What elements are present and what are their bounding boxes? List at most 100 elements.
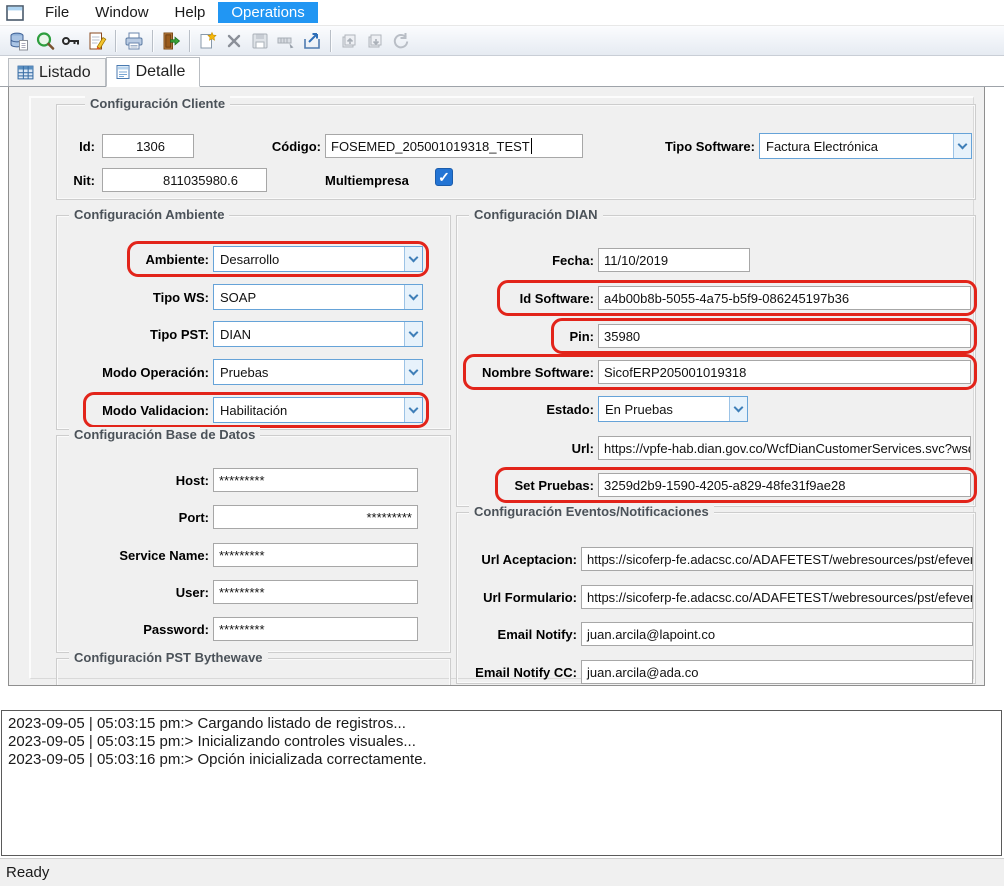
email-notify-label: Email Notify:: [469, 627, 577, 642]
tab-detalle[interactable]: Detalle: [106, 57, 201, 87]
modo-validacion-label: Modo Validacion:: [69, 403, 209, 418]
service-name-label: Service Name:: [69, 548, 209, 563]
new-record-icon[interactable]: [195, 28, 220, 53]
pin-label: Pin:: [469, 329, 594, 344]
url-formulario-row: Url Formulario: https://sicoferp-fe.adac…: [469, 584, 973, 610]
url-row: Url: https://vpfe-hab.dian.gov.co/WcfDia…: [469, 435, 971, 461]
multiempresa-label: Multiempresa: [325, 173, 409, 188]
chevron-down-icon[interactable]: [953, 134, 971, 158]
toolbar-separator: [330, 30, 331, 52]
status-text: Ready: [6, 864, 49, 881]
set-pruebas-field[interactable]: 3259d2b9-1590-4205-a829-48fe31f9ae28: [598, 473, 971, 497]
exit-door-icon[interactable]: [158, 28, 183, 53]
toolbar-separator: [115, 30, 116, 52]
url-aceptacion-field[interactable]: https://sicoferp-fe.adacsc.co/ADAFETEST/…: [581, 547, 973, 571]
set-pruebas-label: Set Pruebas:: [469, 478, 594, 493]
id-software-row: Id Software: a4b00b8b-5055-4a75-b5f9-086…: [469, 285, 971, 311]
fieldset-cliente: Configuración Cliente Id: 1306 Código: F…: [56, 104, 976, 200]
codigo-field[interactable]: FOSEMED_205001019318_TEST: [325, 134, 583, 158]
pin-field[interactable]: 35980: [598, 324, 971, 348]
nombre-software-label: Nombre Software:: [469, 365, 594, 380]
menu-help[interactable]: Help: [162, 2, 219, 23]
text-cursor: [531, 138, 532, 154]
edit-note-icon[interactable]: [84, 28, 109, 53]
pin-row: Pin: 35980: [469, 323, 971, 349]
log-line: 2023-09-05 | 05:03:15 pm:> Inicializando…: [8, 733, 995, 751]
menu-operations[interactable]: Operations: [218, 2, 317, 23]
fecha-field[interactable]: 11/10/2019: [598, 248, 750, 272]
log-console[interactable]: 2023-09-05 | 05:03:15 pm:> Cargando list…: [1, 710, 1002, 856]
detail-panel: Configuración Cliente Id: 1306 Código: F…: [8, 87, 985, 686]
key-icon[interactable]: [58, 28, 83, 53]
chevron-down-icon[interactable]: [404, 360, 422, 384]
chevron-down-icon[interactable]: [729, 397, 747, 421]
id-field[interactable]: 1306: [102, 134, 194, 158]
chevron-down-icon[interactable]: [404, 247, 422, 271]
id-software-field[interactable]: a4b00b8b-5055-4a75-b5f9-086245197b36: [598, 286, 971, 310]
tipo-pst-label: Tipo PST:: [69, 327, 209, 342]
save-icon: [247, 28, 272, 53]
password-field[interactable]: *********: [213, 617, 418, 641]
email-notify-cc-field[interactable]: juan.arcila@ada.co: [581, 660, 973, 684]
email-notify-cc-row: Email Notify CC: juan.arcila@ada.co: [469, 659, 973, 685]
fieldset-title: Configuración DIAN: [469, 207, 603, 222]
field-ruler-icon: [273, 28, 298, 53]
ambiente-select[interactable]: Desarrollo: [213, 246, 423, 272]
nombre-software-row: Nombre Software: SicofERP205001019318: [469, 359, 971, 385]
nit-label: Nit:: [61, 173, 95, 188]
fieldset-title: Configuración Base de Datos: [69, 427, 260, 442]
export-icon[interactable]: [299, 28, 324, 53]
fieldset-ambiente: Configuración Ambiente Ambiente: Desarro…: [56, 215, 451, 430]
user-field[interactable]: *********: [213, 580, 418, 604]
log-line: 2023-09-05 | 05:03:15 pm:> Cargando list…: [8, 715, 995, 733]
fieldset-title: Configuración Eventos/Notificaciones: [469, 504, 714, 519]
modo-validacion-select[interactable]: Habilitación: [213, 397, 423, 423]
chevron-down-icon[interactable]: [404, 285, 422, 309]
nit-field[interactable]: 811035980.6: [102, 168, 267, 192]
modo-validacion-row: Modo Validacion: Habilitación: [69, 397, 423, 423]
database-search-icon[interactable]: [6, 28, 31, 53]
print-icon[interactable]: [121, 28, 146, 53]
url-aceptacion-label: Url Aceptacion:: [469, 552, 577, 567]
fecha-row: Fecha: 11/10/2019: [469, 247, 971, 273]
tipo-ws-select[interactable]: SOAP: [213, 284, 423, 310]
menu-window[interactable]: Window: [82, 2, 161, 23]
toolbar: [0, 25, 1004, 56]
user-row: User: *********: [69, 579, 418, 605]
email-notify-field[interactable]: juan.arcila@lapoint.co: [581, 622, 973, 646]
fieldset-title: Configuración Cliente: [85, 96, 230, 111]
modo-operacion-row: Modo Operación: Pruebas: [69, 359, 423, 385]
host-label: Host:: [69, 473, 209, 488]
fieldset-base-datos: Configuración Base de Datos Host: ******…: [56, 435, 451, 653]
tipo-software-label: Tipo Software:: [615, 139, 755, 154]
host-field[interactable]: *********: [213, 468, 418, 492]
modo-operacion-select[interactable]: Pruebas: [213, 359, 423, 385]
url-formulario-label: Url Formulario:: [469, 590, 577, 605]
id-label: Id:: [61, 139, 95, 154]
tipo-ws-row: Tipo WS: SOAP: [69, 284, 423, 310]
multiempresa-checkbox[interactable]: ✓: [435, 168, 453, 186]
tab-strip: Listado Detalle: [0, 57, 1004, 87]
modo-operacion-label: Modo Operación:: [69, 365, 209, 380]
host-row: Host: *********: [69, 467, 418, 493]
log-line: 2023-09-05 | 05:03:16 pm:> Opción inicia…: [8, 751, 995, 769]
service-name-field[interactable]: *********: [213, 543, 418, 567]
url-field[interactable]: https://vpfe-hab.dian.gov.co/WcfDianCust…: [598, 436, 971, 460]
estado-select[interactable]: En Pruebas: [598, 396, 748, 422]
nombre-software-field[interactable]: SicofERP205001019318: [598, 360, 971, 384]
delete-icon[interactable]: [221, 28, 246, 53]
search-refresh-icon[interactable]: [32, 28, 57, 53]
tab-listado[interactable]: Listado: [8, 58, 106, 86]
chevron-down-icon[interactable]: [404, 322, 422, 346]
refresh-icon: [388, 28, 413, 53]
status-bar: Ready: [0, 858, 1004, 886]
chevron-down-icon[interactable]: [404, 398, 422, 422]
port-label: Port:: [69, 510, 209, 525]
port-field[interactable]: *********: [213, 505, 418, 529]
fieldset-dian: Configuración DIAN Fecha: 11/10/2019 Id …: [456, 215, 976, 507]
menu-file[interactable]: File: [32, 2, 82, 23]
url-formulario-field[interactable]: https://sicoferp-fe.adacsc.co/ADAFETEST/…: [581, 585, 973, 609]
tipo-pst-select[interactable]: DIAN: [213, 321, 423, 347]
tipo-software-select[interactable]: Factura Electrónica: [759, 133, 972, 159]
email-notify-row: Email Notify: juan.arcila@lapoint.co: [469, 621, 973, 647]
